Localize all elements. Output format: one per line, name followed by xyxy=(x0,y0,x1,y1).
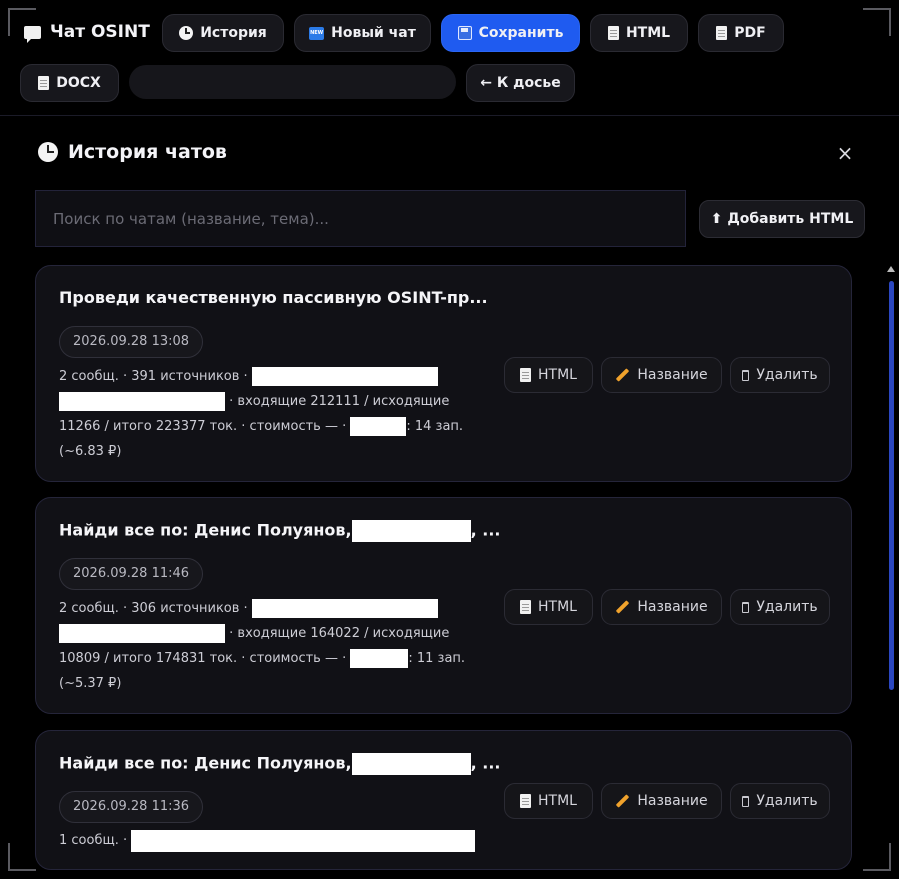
chat-meta-text: 1 сообщ. · xyxy=(59,833,128,848)
chat-export-html-button[interactable]: HTML xyxy=(504,783,593,819)
pencil-icon xyxy=(616,794,630,808)
export-html-button[interactable]: HTML xyxy=(590,14,688,52)
clock-icon xyxy=(179,26,194,40)
chat-rename-label: Название xyxy=(637,599,708,615)
chat-delete-button[interactable]: Удалить xyxy=(730,357,830,393)
trash-icon xyxy=(742,795,750,807)
scroll-up-arrow-icon[interactable] xyxy=(887,266,895,272)
chat-title-text: , ... xyxy=(470,753,501,773)
chat-search-input[interactable] xyxy=(35,190,686,247)
chat-title: Найди все по: Денис Полуянов, , ... xyxy=(59,753,501,775)
panel-title: История чатов xyxy=(38,141,227,163)
document-icon xyxy=(520,368,532,382)
chat-meta: 2 сообщ. · 391 источников · · входящие 2… xyxy=(59,364,484,464)
chat-title: Проведи качественную пассивную OSINT-пр.… xyxy=(59,288,488,307)
export-docx-label: DOCX xyxy=(56,75,101,91)
redaction xyxy=(131,829,476,852)
back-to-dossier-label: ← К досье xyxy=(480,75,561,91)
chat-delete-label: Удалить xyxy=(756,793,818,809)
chat-card[interactable]: Проведи качественную пассивную OSINT-пр.… xyxy=(35,265,852,482)
frame-corner xyxy=(8,843,36,871)
redaction xyxy=(59,392,225,411)
export-pdf-label: PDF xyxy=(734,25,766,41)
redaction xyxy=(351,753,471,775)
history-button-label: История xyxy=(200,25,267,41)
chat-delete-button[interactable]: Удалить xyxy=(730,783,830,819)
document-icon xyxy=(607,26,619,40)
chat-date: 2026.09.28 11:36 xyxy=(59,791,204,823)
chat-meta: 1 сообщ. · xyxy=(59,828,489,853)
redaction xyxy=(350,649,409,668)
document-icon xyxy=(38,76,50,90)
document-icon xyxy=(716,26,728,40)
document-icon xyxy=(520,600,532,614)
chat-export-html-button[interactable]: HTML xyxy=(504,589,593,625)
chat-actions: HTML Название Удалить xyxy=(504,783,830,819)
pencil-icon xyxy=(616,368,630,382)
export-pdf-button[interactable]: PDF xyxy=(698,14,784,52)
app-title: Чат OSINT xyxy=(24,22,150,43)
chat-date: 2026.09.28 11:46 xyxy=(59,558,204,590)
close-icon[interactable]: × xyxy=(836,140,854,166)
chat-actions: HTML Название Удалить xyxy=(504,589,830,625)
back-to-dossier-button[interactable]: ← К досье xyxy=(466,64,575,102)
chat-delete-button[interactable]: Удалить xyxy=(730,589,830,625)
chat-title-text: , ... xyxy=(470,520,501,540)
chat-actions: HTML Название Удалить xyxy=(504,357,830,393)
top-toolbar: Чат OSINT История NEW Новый чат Сохранит… xyxy=(0,0,899,116)
chat-rename-button[interactable]: Название xyxy=(601,589,722,625)
new-chat-button[interactable]: NEW Новый чат xyxy=(294,14,431,52)
chat-rename-button[interactable]: Название xyxy=(601,783,722,819)
chat-export-html-label: HTML xyxy=(538,793,577,809)
new-badge-icon: NEW xyxy=(309,26,325,40)
chat-title: Найди все по: Денис Полуянов, , ... xyxy=(59,520,501,542)
chat-date: 2026.09.28 13:08 xyxy=(59,326,204,358)
floppy-disk-icon xyxy=(457,26,472,40)
chat-bubble-icon xyxy=(24,25,41,43)
chat-meta-text: 2 сообщ. · 391 источников · xyxy=(59,369,248,384)
new-chat-button-label: Новый чат xyxy=(331,25,416,41)
document-name-field[interactable] xyxy=(129,65,456,99)
chat-export-html-button[interactable]: HTML xyxy=(504,357,593,393)
export-html-label: HTML xyxy=(625,25,671,41)
redaction xyxy=(351,520,471,542)
chat-rename-button[interactable]: Название xyxy=(601,357,722,393)
save-button[interactable]: Сохранить xyxy=(441,14,580,52)
document-icon xyxy=(520,794,532,808)
scrollbar-thumb[interactable] xyxy=(889,281,894,690)
chat-delete-label: Удалить xyxy=(756,599,818,615)
save-button-label: Сохранить xyxy=(478,25,564,41)
chat-title-text: Найди все по: Денис Полуянов, xyxy=(59,520,352,540)
add-html-button[interactable]: ⬆ Добавить HTML xyxy=(699,200,865,238)
redaction xyxy=(251,599,438,618)
history-button[interactable]: История xyxy=(162,14,284,52)
chat-card[interactable]: Найди все по: Денис Полуянов, , ... 2026.… xyxy=(35,730,852,870)
chat-card[interactable]: Найди все по: Денис Полуянов, , ... 2026.… xyxy=(35,497,852,714)
chat-meta: 2 сообщ. · 306 источников · · входящие 1… xyxy=(59,596,484,696)
app-title-label: Чат OSINT xyxy=(50,22,150,42)
trash-icon xyxy=(742,601,750,613)
redaction xyxy=(59,624,225,643)
pencil-icon xyxy=(616,600,630,614)
redaction xyxy=(251,367,438,386)
chat-delete-label: Удалить xyxy=(756,367,818,383)
chat-title-text: Найди все по: Денис Полуянов, xyxy=(59,753,352,773)
clock-icon xyxy=(38,142,58,162)
chat-export-html-label: HTML xyxy=(538,599,577,615)
chat-meta-text: 2 сообщ. · 306 источников · xyxy=(59,601,248,616)
chat-export-html-label: HTML xyxy=(538,367,577,383)
panel-title-label: История чатов xyxy=(68,141,227,163)
chat-rename-label: Название xyxy=(637,367,708,383)
redaction xyxy=(350,417,407,436)
frame-corner xyxy=(863,843,891,871)
export-docx-button[interactable]: DOCX xyxy=(20,64,119,102)
trash-icon xyxy=(742,369,750,381)
chat-rename-label: Название xyxy=(637,793,708,809)
